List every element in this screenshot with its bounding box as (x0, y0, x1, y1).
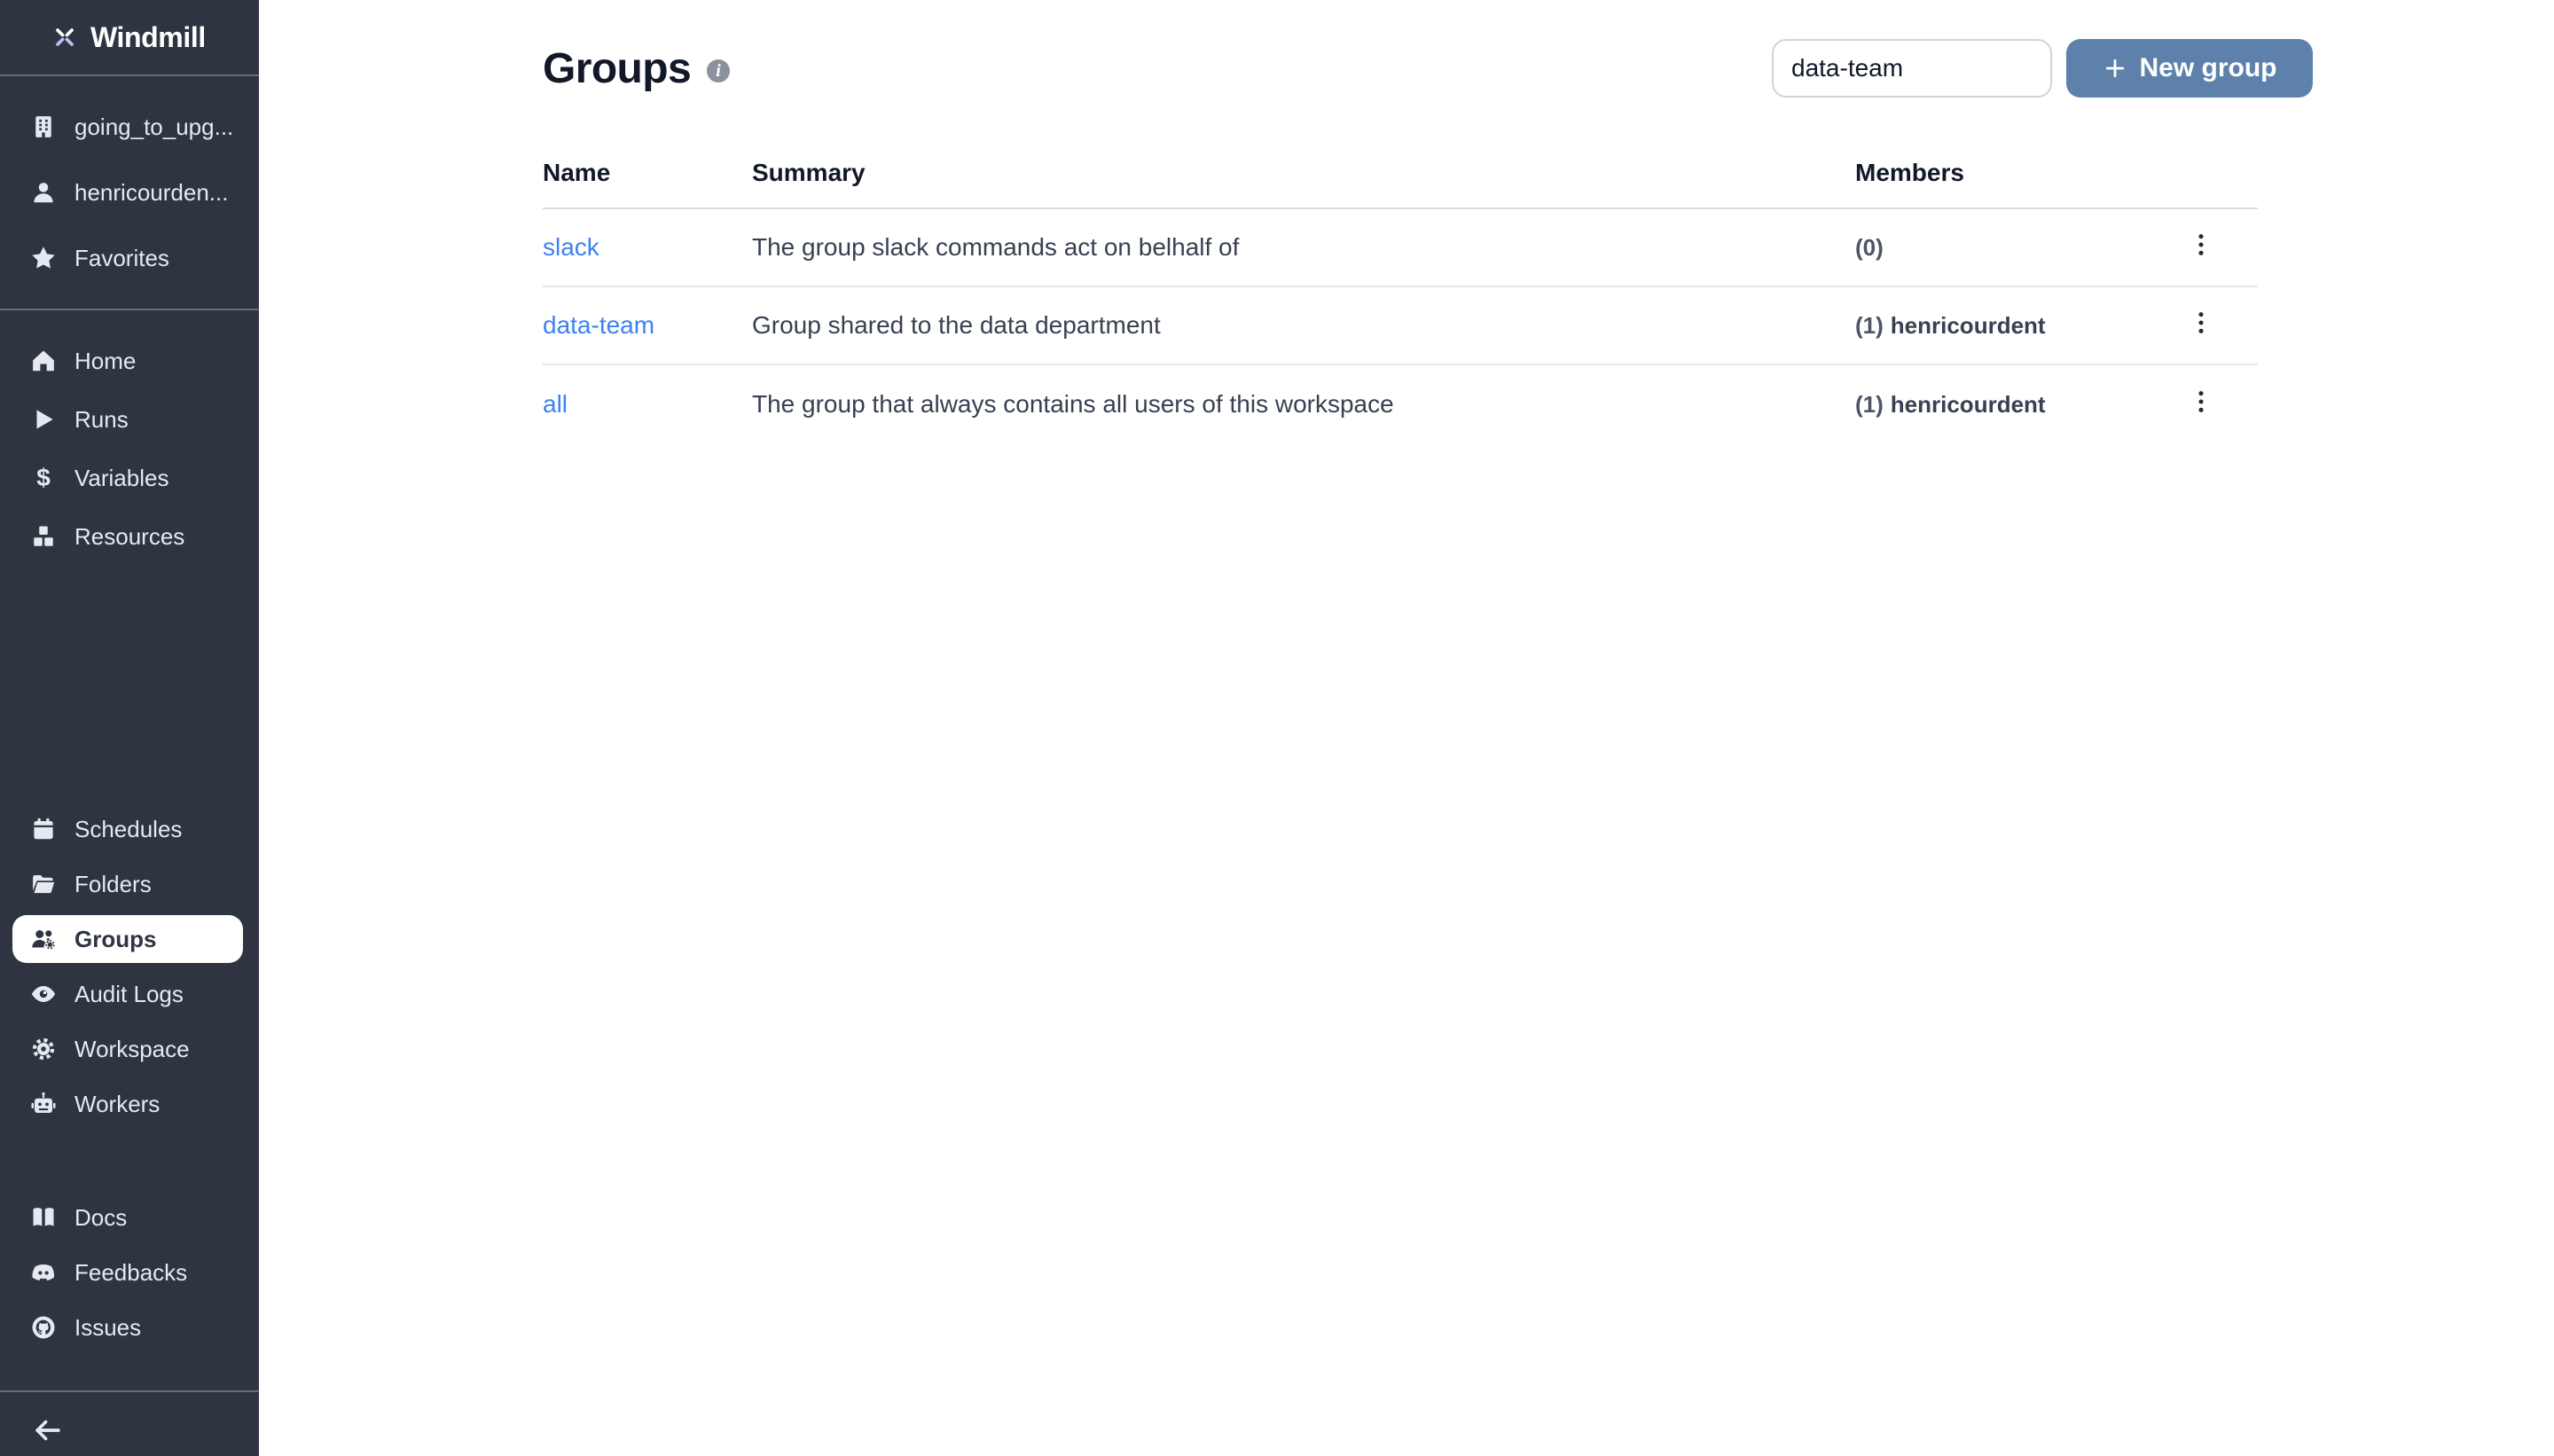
user-name: henricourden... (74, 179, 228, 207)
windmill-logo-icon (51, 24, 78, 51)
sidebar-item-runs[interactable]: Runs (0, 390, 259, 449)
kebab-icon (2187, 309, 2215, 343)
home-icon (30, 348, 57, 374)
group-link-slack[interactable]: slack (543, 233, 599, 261)
sidebar-item-home[interactable]: Home (0, 332, 259, 390)
kebab-icon (2187, 387, 2215, 422)
column-header-summary: Summary (752, 159, 1841, 187)
row-menu-button[interactable] (2180, 383, 2222, 426)
play-icon (30, 406, 57, 433)
group-summary: The group slack commands act on belhalf … (752, 233, 1841, 262)
new-group-button[interactable]: New group (2066, 39, 2313, 98)
group-link-all[interactable]: all (543, 390, 568, 418)
group-members: (1)henricourdent (1841, 312, 2144, 340)
sidebar-item-resources[interactable]: Resources (0, 507, 259, 566)
sidebar-item-variables[interactable]: $ Variables (0, 449, 259, 507)
group-search-input[interactable] (1772, 39, 2052, 98)
discord-icon (30, 1259, 57, 1286)
app-logo[interactable]: Windmill (0, 0, 259, 76)
user-group-gear-icon (30, 926, 57, 952)
book-icon (30, 1204, 57, 1231)
star-icon (30, 245, 57, 271)
sidebar-section-admin: Schedules Folders Groups Audit Logs (0, 787, 259, 1131)
row-menu-button[interactable] (2180, 226, 2222, 269)
row-menu-button[interactable] (2180, 304, 2222, 347)
building-icon (30, 114, 57, 140)
group-members: (1)henricourdent (1841, 391, 2144, 419)
plus-icon (2103, 56, 2127, 81)
app-root: Windmill going_to_upg... henricourden... (0, 0, 2554, 1456)
calendar-icon (30, 816, 57, 842)
table-row: data-team Group shared to the data depar… (543, 287, 2258, 365)
sidebar-item-workspace-settings[interactable]: Workspace (0, 1022, 259, 1076)
sidebar-item-issues[interactable]: Issues (0, 1300, 259, 1355)
main-content: Groups i New group Name Summary (259, 0, 2554, 1456)
column-header-members: Members (1841, 159, 2144, 187)
group-members: (0) (1841, 234, 2144, 262)
sidebar-item-groups[interactable]: Groups (12, 915, 243, 963)
table-row: all The group that always contains all u… (543, 365, 2258, 443)
collapse-sidebar-button[interactable] (27, 1412, 69, 1454)
sidebar-section-context: going_to_upg... henricourden... Favorite… (0, 76, 259, 310)
kebab-icon (2187, 231, 2215, 265)
page-header: Groups i New group (543, 39, 2313, 98)
page-title: Groups (543, 44, 691, 93)
sidebar-item-schedules[interactable]: Schedules (0, 802, 259, 857)
folder-open-icon (30, 871, 57, 897)
sidebar-collapse-row (0, 1392, 259, 1454)
arrow-left-icon (31, 1413, 65, 1453)
sidebar-item-feedbacks[interactable]: Feedbacks (0, 1245, 259, 1300)
sidebar-item-favorites[interactable]: Favorites (0, 225, 259, 291)
eye-icon (30, 981, 57, 1007)
group-link-data-team[interactable]: data-team (543, 311, 654, 339)
sidebar: Windmill going_to_upg... henricourden... (0, 0, 259, 1456)
github-icon (30, 1314, 57, 1341)
info-icon[interactable]: i (707, 59, 730, 82)
sidebar-item-docs[interactable]: Docs (0, 1190, 259, 1245)
sidebar-item-workspace-switcher[interactable]: going_to_upg... (0, 94, 259, 160)
groups-table: Name Summary Members slack The group sla… (543, 138, 2258, 443)
table-header-row: Name Summary Members (543, 138, 2258, 209)
workspace-name: going_to_upg... (74, 114, 233, 141)
app-logo-label: Windmill (90, 21, 206, 54)
dollar-icon: $ (30, 465, 57, 491)
robot-icon (30, 1091, 57, 1117)
user-icon (30, 179, 57, 206)
group-summary: The group that always contains all users… (752, 390, 1841, 419)
sidebar-item-audit-logs[interactable]: Audit Logs (0, 967, 259, 1022)
group-summary: Group shared to the data department (752, 311, 1841, 340)
sidebar-section-main: Home Runs $ Variables Resources (0, 310, 259, 566)
sidebar-item-workers[interactable]: Workers (0, 1076, 259, 1131)
sidebar-section-links: Docs Feedbacks Issues (0, 1176, 259, 1355)
table-row: slack The group slack commands act on be… (543, 209, 2258, 287)
sidebar-item-user[interactable]: henricourden... (0, 160, 259, 225)
column-header-name: Name (543, 159, 752, 187)
sidebar-item-folders[interactable]: Folders (0, 857, 259, 912)
boxes-icon (30, 523, 57, 550)
gear-icon (30, 1036, 57, 1062)
